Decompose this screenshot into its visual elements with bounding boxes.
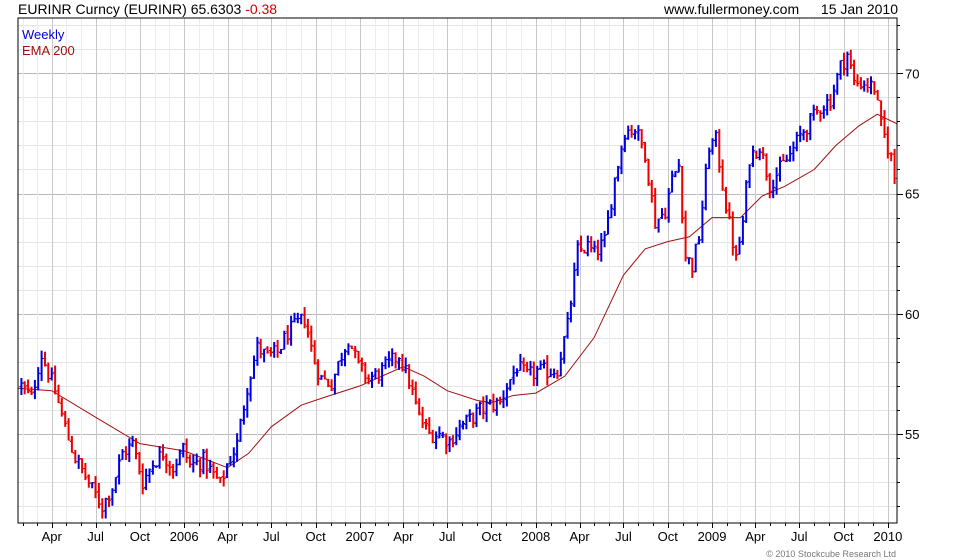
y-tick-label: 60 [905, 307, 919, 322]
legend-period: Weekly [22, 27, 64, 42]
x-tick-label: Jul [615, 529, 632, 544]
legend-ema: EMA 200 [22, 43, 75, 58]
x-tick-label: Jul [263, 529, 280, 544]
x-tick-label: Apr [217, 529, 238, 544]
x-tick-label: Jul [87, 529, 104, 544]
x-tick-label: Oct [833, 529, 854, 544]
x-tick-label: Oct [481, 529, 502, 544]
x-tick-label: 2009 [698, 529, 727, 544]
x-tick-label: Apr [569, 529, 590, 544]
y-axis: 55 60 65 70 [897, 25, 919, 507]
y-tick-label: 55 [905, 427, 919, 442]
y-tick-label: 65 [905, 187, 919, 202]
chart-plot-svg: Apr Jul Oct 2006 Apr Jul Oct 2007 Apr Jul Oct 2008 A… [17, 17, 919, 544]
x-tick-label: 2010 [873, 529, 902, 544]
x-tick-label: Oct [658, 529, 679, 544]
x-tick-label: Oct [306, 529, 327, 544]
x-axis: Apr Jul Oct 2006 Apr Jul Oct 2007 Apr Jul Oct 2008 A… [23, 523, 902, 544]
legend-period-label: Weekly [22, 27, 65, 42]
x-tick-label: Apr [745, 529, 766, 544]
copyright-notice: © 2010 Stockcube Research Ltd [766, 549, 896, 559]
x-tick-label: 2008 [521, 529, 550, 544]
y-tick-label: 70 [905, 66, 919, 81]
plot-frame [17, 17, 898, 524]
x-tick-label: Apr [42, 529, 63, 544]
x-tick-label: 2007 [346, 529, 375, 544]
x-tick-label: 2006 [170, 529, 199, 544]
stock-chart: EURINR Curncy (EURINR) 65.6303 -0.38 www… [0, 0, 980, 560]
x-tick-label: Jul [439, 529, 456, 544]
x-tick-label: Apr [393, 529, 414, 544]
gridlines [18, 18, 897, 523]
x-tick-label: Jul [791, 529, 808, 544]
price-bars [19, 49, 897, 519]
x-tick-label: Oct [130, 529, 151, 544]
legend-ema-label: EMA 200 [22, 43, 75, 58]
